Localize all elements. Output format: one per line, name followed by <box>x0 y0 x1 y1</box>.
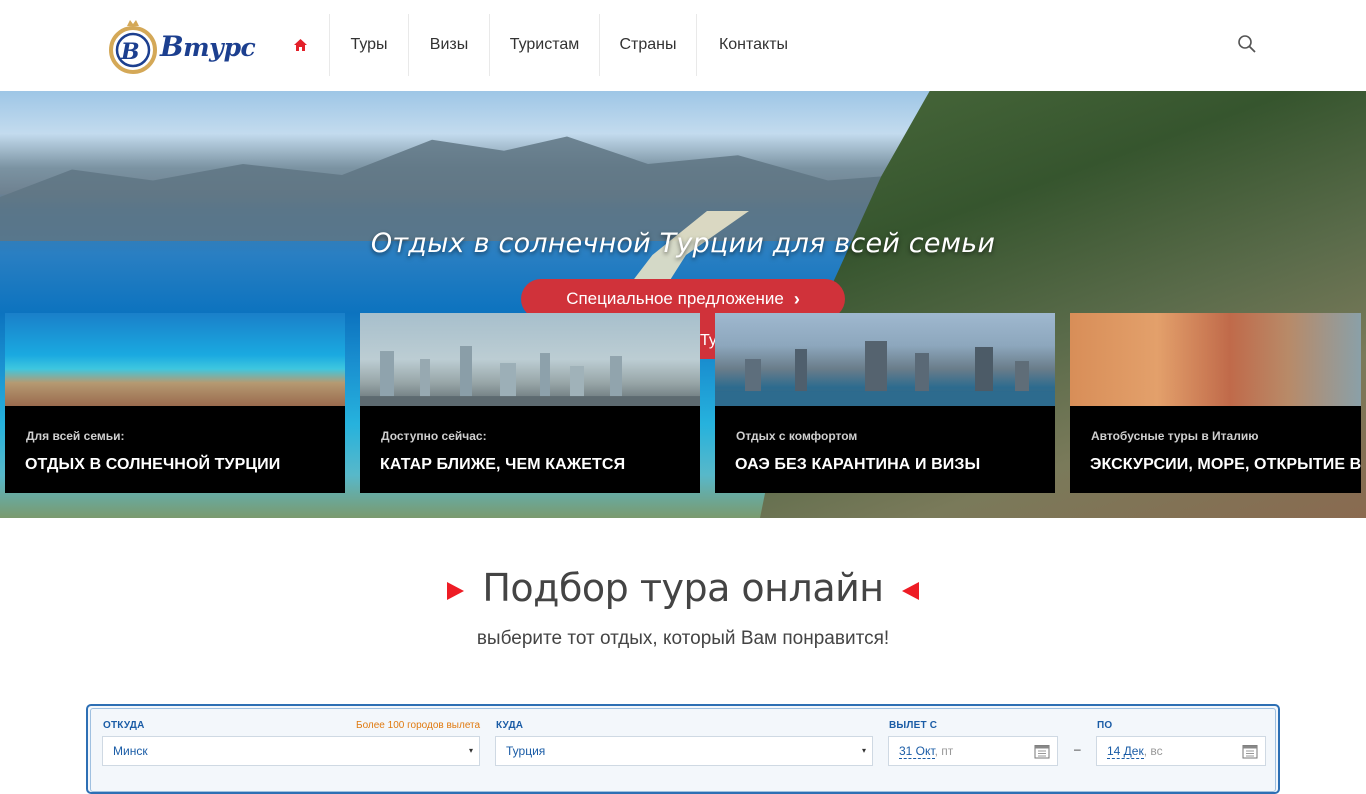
card-ghost-label: Тур <box>700 311 715 359</box>
home-icon <box>294 39 307 51</box>
depart-date: 31 Окт <box>899 744 935 759</box>
caret-down-icon: ▾ <box>861 746 866 755</box>
hero-title: Отдых в солнечной Турции для всей семьи <box>370 228 996 259</box>
card-image <box>715 313 1055 406</box>
hero-mountains <box>0 136 900 241</box>
svg-text:B: B <box>120 39 140 65</box>
nav-home[interactable] <box>272 14 330 76</box>
depart-date-field[interactable]: 31 Окт, пт <box>888 736 1058 766</box>
depart-label: ВЫЛЕТ С <box>889 720 938 731</box>
nav-item-tourists[interactable]: Туристам <box>490 14 600 76</box>
to-label: КУДА <box>496 720 524 731</box>
card-image <box>5 313 345 406</box>
section-title: Подбор тура онлайн <box>482 566 884 610</box>
logo-text-rest: турс <box>183 33 256 62</box>
card-title: ЭКСКУРСИИ, МОРЕ, ОТКРЫТИЕ ВИ <box>1090 456 1361 473</box>
card-subtitle: Отдых с комфортом <box>736 429 858 443</box>
card-title: ОАЭ БЕЗ КАРАНТИНА И ВИЗЫ <box>735 456 981 473</box>
triangle-left-icon <box>901 581 919 600</box>
from-label: ОТКУДА <box>103 720 145 731</box>
logo-emblem-icon: B <box>109 20 157 74</box>
card-subtitle: Доступно сейчас: <box>381 429 487 443</box>
from-select[interactable]: Минск ▾ <box>102 736 480 766</box>
hero-banner: Отдых в солнечной Турции для всей семьи … <box>0 91 1366 518</box>
until-dow: , вс <box>1143 744 1163 758</box>
until-label: ПО <box>1097 720 1113 731</box>
card-subtitle: Для всей семьи: <box>26 429 125 443</box>
from-note[interactable]: Более 100 городов вылета <box>356 720 480 731</box>
special-offer-label: Специальное предложение <box>566 289 784 308</box>
logo-text: Втурс <box>160 30 256 63</box>
calendar-icon[interactable] <box>1034 743 1050 759</box>
tour-search-heading: Подбор тура онлайн <box>0 566 1366 610</box>
card-body: Автобусные туры в Италию ЭКСКУРСИИ, МОРЕ… <box>1070 406 1361 493</box>
nav-item-tours[interactable]: Туры <box>330 14 409 76</box>
to-value: Турция <box>506 744 546 758</box>
card-title: ОТДЫХ В СОЛНЕЧНОЙ ТУРЦИИ <box>25 456 281 473</box>
card-body: Доступно сейчас: КАТАР БЛИЖЕ, ЧЕМ КАЖЕТС… <box>360 406 700 493</box>
caret-down-icon: ▾ <box>468 746 473 755</box>
nav-item-contacts[interactable]: Контакты <box>697 14 810 76</box>
from-value: Минск <box>113 744 148 758</box>
chevron-right-icon: › <box>793 288 800 309</box>
to-select[interactable]: Турция ▾ <box>495 736 873 766</box>
depart-dow: , пт <box>934 744 954 758</box>
skyline-image <box>360 345 700 406</box>
logo[interactable]: B Втурс <box>108 16 256 78</box>
triangle-right-icon <box>447 581 465 600</box>
calendar-icon[interactable] <box>1242 743 1258 759</box>
main-nav: Туры Визы Туристам Страны Контакты <box>272 14 810 76</box>
skyline-image <box>715 340 1055 406</box>
card-image <box>1070 313 1361 406</box>
tour-search-form: ОТКУДА Более 100 городов вылета Минск ▾ … <box>86 704 1280 794</box>
section-subtitle: выберите тот отдых, который Вам понравит… <box>476 628 890 649</box>
promo-card-italy[interactable]: Автобусные туры в Италию ЭКСКУРСИИ, МОРЕ… <box>1070 313 1361 493</box>
card-body: Для всей семьи: ОТДЫХ В СОЛНЕЧНОЙ ТУРЦИИ <box>5 406 345 493</box>
card-subtitle: Автобусные туры в Италию <box>1091 429 1259 443</box>
search-icon[interactable] <box>1237 34 1257 54</box>
site-header: B Втурс Туры Визы Туристам Страны Контак… <box>0 0 1366 91</box>
until-date: 14 Дек <box>1107 744 1144 759</box>
promo-card-turkey[interactable]: Для всей семьи: ОТДЫХ В СОЛНЕЧНОЙ ТУРЦИИ <box>5 313 345 493</box>
nav-item-countries[interactable]: Страны <box>600 14 697 76</box>
until-date-field[interactable]: 14 Дек, вс <box>1096 736 1266 766</box>
promo-card-uae[interactable]: Отдых с комфортом ОАЭ БЕЗ КАРАНТИНА И ВИ… <box>715 313 1055 493</box>
form-inner: ОТКУДА Более 100 городов вылета Минск ▾ … <box>90 708 1276 792</box>
date-range-dash: – <box>1074 742 1081 756</box>
card-image <box>360 313 700 406</box>
nav-item-visas[interactable]: Визы <box>409 14 490 76</box>
card-title: КАТАР БЛИЖЕ, ЧЕМ КАЖЕТСЯ <box>380 456 626 473</box>
promo-card-qatar[interactable]: Доступно сейчас: КАТАР БЛИЖЕ, ЧЕМ КАЖЕТС… <box>360 313 700 493</box>
card-body: Отдых с комфортом ОАЭ БЕЗ КАРАНТИНА И ВИ… <box>715 406 1055 493</box>
